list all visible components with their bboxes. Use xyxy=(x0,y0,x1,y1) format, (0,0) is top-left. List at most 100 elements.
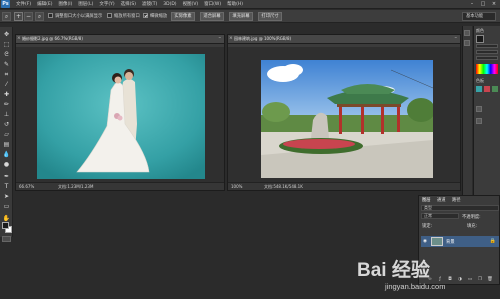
swatches-panel-tab[interactable]: 色板 xyxy=(476,78,484,84)
watermark-url: jingyan.baidu.com xyxy=(385,282,446,291)
layer-row[interactable]: ◉ 背景 🔒 xyxy=(421,236,499,247)
document-title: 婚纱摄影2.jpg @ 66.7%(RGB/8) xyxy=(22,36,83,41)
menu-type[interactable]: 文字(Y) xyxy=(99,1,114,7)
shape-tool-icon[interactable]: ▭ xyxy=(2,202,11,211)
zoom-mode-icon[interactable]: ⌕ xyxy=(35,12,44,21)
tab-layers[interactable]: 图层 xyxy=(422,197,431,203)
fill-screen-button[interactable]: 填充屏幕 xyxy=(229,12,253,21)
baidu-logo: Bai 经验 xyxy=(357,260,430,281)
visibility-eye-icon[interactable]: ◉ xyxy=(423,239,427,244)
scrubby-zoom-label: 细微缩放 xyxy=(150,14,168,19)
scrubby-zoom-checkbox[interactable] xyxy=(143,13,148,18)
type-tool-icon[interactable]: T xyxy=(2,182,11,191)
zoom-level[interactable]: 66.67% xyxy=(19,184,34,189)
red-swatch[interactable] xyxy=(484,86,490,92)
minimize-icon[interactable]: – xyxy=(468,1,476,7)
document-title: 园林建筑.jpg @ 100%(RGB/8) xyxy=(234,36,292,41)
menu-view[interactable]: 视图(V) xyxy=(183,1,199,7)
garden-pavilion-photo xyxy=(261,60,433,178)
clone-stamp-tool-icon[interactable]: ⊥ xyxy=(2,110,11,119)
workspace-select[interactable]: 基本功能 xyxy=(462,12,496,21)
history-panel-icon[interactable] xyxy=(464,30,470,36)
color-spectrum[interactable] xyxy=(476,64,498,74)
zoom-in-icon[interactable]: + xyxy=(14,12,23,21)
move-tool-icon[interactable]: ✥ xyxy=(2,30,11,39)
tab-paths[interactable]: 路径 xyxy=(452,197,461,203)
layer-name[interactable]: 背景 xyxy=(446,239,455,245)
fit-screen-button[interactable]: 适合屏幕 xyxy=(200,12,224,21)
close-doc-icon[interactable]: × xyxy=(229,36,233,41)
resize-windows-checkbox[interactable] xyxy=(48,13,53,18)
lock-icon: 🔒 xyxy=(489,238,496,244)
lasso-tool-icon[interactable]: ᘓ xyxy=(2,50,11,59)
menu-3d[interactable]: 3D(D) xyxy=(163,2,176,7)
trash-icon[interactable]: 🗑 xyxy=(487,277,493,282)
options-bar: ⌕ + − ⌕ 调整窗口大小以满屏显示 缩放所有窗口 细微缩放 实际像素 适合屏… xyxy=(0,10,500,23)
quick-select-tool-icon[interactable]: ✎ xyxy=(2,60,11,69)
document-size-info[interactable]: 文档:1.23M/1.23M xyxy=(58,184,93,190)
menu-filter[interactable]: 滤镜(T) xyxy=(142,1,157,7)
blue-slider[interactable] xyxy=(476,56,498,60)
resize-windows-label: 调整窗口大小以满屏显示 xyxy=(55,14,103,19)
blend-mode-select[interactable]: 正常 xyxy=(421,213,459,219)
menu-image[interactable]: 图像(I) xyxy=(58,1,72,7)
crop-tool-icon[interactable]: ⌗ xyxy=(2,70,11,79)
pen-tool-icon[interactable]: ✒ xyxy=(2,172,11,181)
zoom-tool-icon[interactable]: ⌕ xyxy=(2,12,11,21)
red-slider[interactable] xyxy=(476,44,498,48)
eyedropper-tool-icon[interactable]: ⁄ xyxy=(2,80,11,89)
layer-kind-filter[interactable]: 类型 xyxy=(421,205,499,211)
path-select-tool-icon[interactable]: ➤ xyxy=(2,192,11,201)
quick-mask-icon[interactable] xyxy=(2,236,11,242)
wedding-photo xyxy=(37,54,205,179)
document-size-info[interactable]: 文档:548.1K/548.1K xyxy=(264,184,303,190)
close-doc-icon[interactable]: × xyxy=(17,36,21,41)
fill-label: 填充: xyxy=(467,224,478,229)
document-tab[interactable]: × 婚纱摄影2.jpg @ 66.7%(RGB/8) – xyxy=(16,35,224,44)
photoshop-logo: Ps xyxy=(1,0,10,8)
marquee-tool-icon[interactable]: ⬚ xyxy=(2,40,11,49)
status-bar: 100% 文档:548.1K/548.1K xyxy=(228,182,460,190)
gradient-tool-icon[interactable]: ▤ xyxy=(2,140,11,149)
minimize-doc-icon[interactable]: – xyxy=(455,35,458,41)
window-controls: – □ × xyxy=(468,1,498,7)
opacity-label: 不透明度: xyxy=(462,215,481,220)
zoom-all-checkbox[interactable] xyxy=(107,13,112,18)
menu-edit[interactable]: 编辑(E) xyxy=(37,1,52,7)
dodge-tool-icon[interactable]: ● xyxy=(2,160,11,169)
menu-file[interactable]: 文件(F) xyxy=(16,1,31,7)
new-layer-icon[interactable]: ❐ xyxy=(477,277,483,282)
healing-brush-tool-icon[interactable]: ✚ xyxy=(2,90,11,99)
menu-layer[interactable]: 图层(L) xyxy=(78,1,93,7)
styles-panel-icon[interactable] xyxy=(476,118,482,124)
history-brush-tool-icon[interactable]: ↺ xyxy=(2,120,11,129)
teal-swatch[interactable] xyxy=(476,86,482,92)
zoom-out-icon[interactable]: − xyxy=(24,12,33,21)
zoom-level[interactable]: 100% xyxy=(231,184,242,189)
actual-pixels-button[interactable]: 实际像素 xyxy=(171,12,195,21)
foreground-swatch[interactable] xyxy=(476,35,484,43)
document-tab[interactable]: × 园林建筑.jpg @ 100%(RGB/8) – xyxy=(228,35,460,44)
green-swatch[interactable] xyxy=(492,86,498,92)
properties-panel-icon[interactable] xyxy=(464,40,470,46)
close-icon[interactable]: × xyxy=(490,1,498,7)
green-slider[interactable] xyxy=(476,50,498,54)
menu-select[interactable]: 选择(S) xyxy=(121,1,136,7)
foreground-color-swatch[interactable] xyxy=(2,222,9,229)
print-size-button[interactable]: 打印尺寸 xyxy=(258,12,282,21)
layer-thumbnail xyxy=(431,237,443,246)
adjustments-panel-icon[interactable] xyxy=(476,106,482,112)
eraser-tool-icon[interactable]: ▱ xyxy=(2,130,11,139)
ruler xyxy=(16,44,224,47)
folder-icon[interactable]: ▭ xyxy=(467,277,473,282)
minimize-doc-icon[interactable]: – xyxy=(219,35,222,41)
blur-tool-icon[interactable]: 💧 xyxy=(2,150,11,159)
lock-label: 锁定: xyxy=(422,224,433,229)
menu-help[interactable]: 帮助(H) xyxy=(227,1,243,7)
color-panel-tab[interactable]: 颜色 xyxy=(476,28,484,34)
tab-channels[interactable]: 通道 xyxy=(437,197,446,203)
menu-bar: Ps 文件(F) 编辑(E) 图像(I) 图层(L) 文字(Y) 选择(S) 滤… xyxy=(0,0,500,9)
menu-window[interactable]: 窗口(W) xyxy=(204,1,221,7)
brush-tool-icon[interactable]: ✏ xyxy=(2,100,11,109)
maximize-icon[interactable]: □ xyxy=(479,1,487,7)
